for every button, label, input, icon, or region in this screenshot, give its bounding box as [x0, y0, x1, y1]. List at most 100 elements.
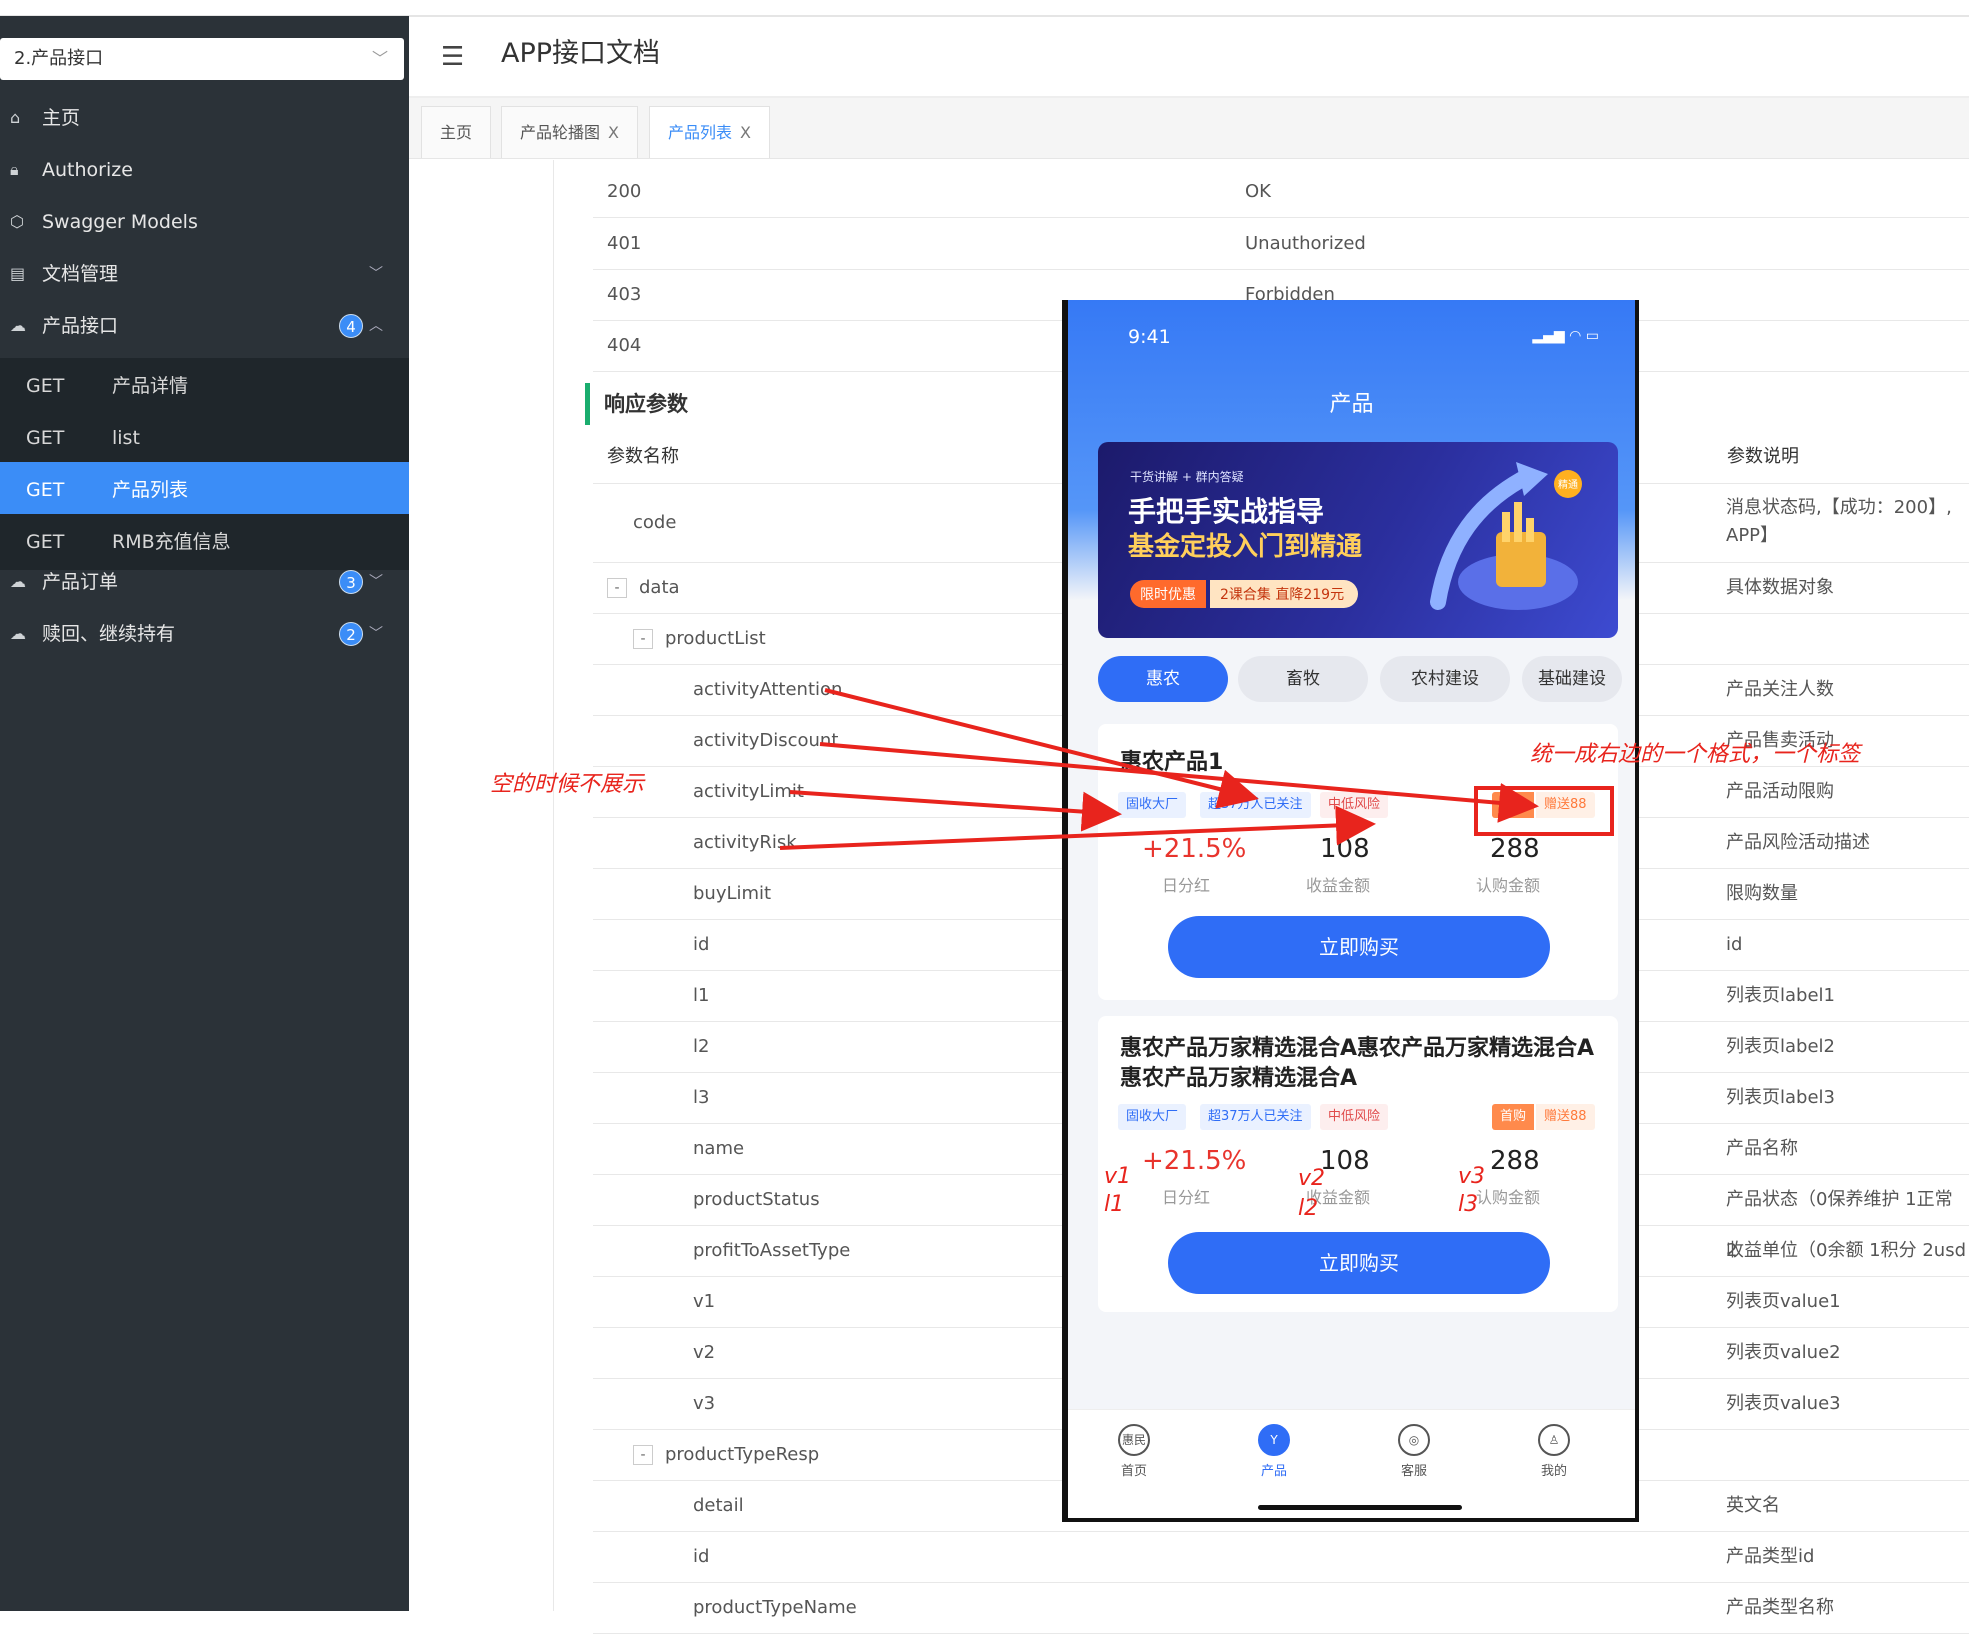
annotation-mark: v2 [1298, 1166, 1326, 1191]
param-name: - productTypeResp [633, 1429, 819, 1480]
sidebar-subitem-product-list[interactable]: GET 产品列表 [0, 462, 409, 518]
param-desc: 列表页label1 [1726, 985, 1835, 1006]
param-desc: 列表页value1 [1726, 1291, 1841, 1312]
sidebar-item-label: 产品接口 [42, 315, 119, 337]
annotation-note: 空的时候不展示 [490, 772, 645, 797]
buy-now-button[interactable]: 立即购买 [1168, 1232, 1550, 1294]
collapse-toggle[interactable]: - [633, 1445, 653, 1465]
tabbar-label: 客服 [1400, 1464, 1427, 1479]
sidebar: 2.产品接口 ﹀ ⌂ 主页 🔒︎ Authorize ⬡ Swagger Mod… [0, 16, 409, 1611]
param-name: activityDiscount [693, 730, 839, 751]
param-name: l3 [693, 1087, 710, 1108]
table-row: productTypeName 产品类型名称 [593, 1582, 1969, 1634]
tabbar-home[interactable]: 惠民 首页 [1094, 1424, 1174, 1479]
param-desc: 收益单位（0余额 1积分 2usd [1726, 1240, 1967, 1261]
menu-fold-icon[interactable]: ☰ [441, 42, 464, 72]
collapse-toggle[interactable]: - [633, 629, 653, 649]
category-tab[interactable]: 农村建设 [1380, 656, 1510, 702]
tabbar-service[interactable]: ◎ 客服 [1374, 1424, 1454, 1479]
tabbar-product[interactable]: Y 产品 [1234, 1424, 1314, 1479]
tabbar-label: 首页 [1120, 1464, 1147, 1479]
promo-banner[interactable]: 干货讲解 + 群内答疑 手把手实战指导 基金定投入门到精通 限时优惠 2课合集 … [1098, 442, 1618, 638]
count-badge: 3 [339, 570, 363, 594]
param-name: detail [693, 1495, 744, 1516]
status-row: 200 OK [593, 166, 1969, 218]
endpoint-name: 产品列表 [112, 479, 189, 501]
category-tab[interactable]: 基础建设 [1522, 656, 1622, 702]
user-icon: ♙ [1538, 1424, 1570, 1456]
tab-product-list[interactable]: 产品列表 X [649, 106, 770, 158]
product-tag: 首购 [1492, 1104, 1535, 1130]
sidebar-subitem-product-detail[interactable]: GET 产品详情 [0, 358, 409, 414]
collapse-toggle[interactable]: - [607, 578, 627, 598]
annotation-mark: v1 [1104, 1164, 1132, 1189]
rising-arrow-illustration: 精通 [1430, 462, 1582, 610]
category-tab[interactable]: 惠农 [1098, 656, 1228, 702]
param-desc: 具体数据对象 [1726, 577, 1834, 598]
category-tabs: 惠农 畜牧 农村建设 基础建设 [1098, 656, 1635, 702]
buy-now-button[interactable]: 立即购买 [1168, 916, 1550, 978]
table-row: id 产品类型id [593, 1531, 1969, 1583]
stat-value: +21.5% [1142, 1146, 1247, 1176]
column-header-desc: 参数说明 [1727, 446, 1799, 467]
param-desc: 列表页value2 [1726, 1342, 1841, 1363]
param-name: activityRisk [693, 832, 797, 853]
group-selector[interactable]: 2.产品接口 ﹀ [0, 38, 404, 80]
top-header: ☰ APP接口文档 [409, 16, 1969, 98]
close-icon[interactable]: X [608, 123, 619, 142]
tab-product-banner[interactable]: 产品轮播图 X [501, 106, 638, 158]
banner-tag: 2课合集 直降219元 [1210, 580, 1359, 608]
param-desc: 产品活动限购 [1726, 781, 1834, 802]
stat-label: 认购金额 [1476, 876, 1541, 895]
http-method: GET [26, 427, 65, 449]
signal-wifi-battery-icon: ▂▄▆ ◠ ▭ [1532, 328, 1599, 344]
banner-headline: 手把手实战指导 [1128, 495, 1325, 528]
param-desc: 消息状态码,【成功：200】, APP】 [1726, 497, 1952, 546]
home-indicator [1258, 1505, 1462, 1510]
top-border [0, 0, 1969, 17]
close-icon[interactable]: X [740, 123, 751, 142]
param-desc: id [1726, 934, 1743, 955]
stat-value: 288 [1490, 1146, 1540, 1176]
status-row: 401 Unauthorized [593, 218, 1969, 270]
product-tag: 赠送88 [1536, 1104, 1595, 1130]
tabbar-label: 我的 [1540, 1464, 1567, 1479]
param-name: id [693, 1546, 710, 1567]
param-desc: 产品名称 [1726, 1138, 1798, 1159]
param-name: code [633, 512, 677, 533]
param-desc: 英文名 [1726, 1495, 1780, 1516]
stat-value: +21.5% [1142, 834, 1247, 864]
sidebar-item-product-api[interactable]: ☁︎ 产品接口 4 ︿ [0, 294, 409, 358]
tab-label: 产品轮播图 [520, 123, 601, 142]
stat-label: 日分红 [1162, 1188, 1211, 1207]
tab-label: 产品列表 [668, 123, 733, 142]
param-name: l1 [693, 985, 710, 1006]
cloud-icon: ☁︎ [10, 316, 26, 335]
param-name: id [693, 934, 710, 955]
banner-headline-2: 基金定投入门到精通 [1128, 532, 1363, 562]
annotation-mark: l2 [1298, 1196, 1319, 1221]
sidebar-item-redeem[interactable]: ☁︎ 赎回、继续持有 2 ﹀ [0, 602, 409, 666]
tab-home[interactable]: 主页 [421, 106, 492, 158]
param-desc: 列表页value3 [1726, 1393, 1841, 1414]
endpoint-name: list [112, 427, 140, 449]
count-badge: 2 [339, 622, 363, 646]
param-name: v3 [693, 1393, 716, 1414]
product-tag: 超37万人已关注 [1200, 792, 1311, 818]
stat-value: 108 [1320, 1146, 1370, 1176]
column-header-name: 参数名称 [607, 446, 679, 467]
endpoint-name: 产品详情 [112, 375, 189, 397]
product-tag: 超37万人已关注 [1200, 1104, 1311, 1130]
tabbar-mine[interactable]: ♙ 我的 [1514, 1424, 1594, 1479]
home-logo-icon: 惠民 [1118, 1424, 1150, 1456]
status-code: 403 [607, 284, 642, 305]
param-name: buyLimit [693, 883, 772, 904]
sidebar-subitem-list[interactable]: GET list [0, 410, 409, 466]
chevron-up-icon: ︿ [369, 318, 383, 334]
stat-label: 收益金额 [1306, 876, 1371, 895]
param-name: activityLimit [693, 781, 804, 802]
product-tag: 固收大厂 [1118, 792, 1187, 818]
category-tab[interactable]: 畜牧 [1238, 656, 1368, 702]
product-card[interactable]: 惠农产品万家精选混合A惠农产品万家精选混合A惠农产品万家精选混合A 固收大厂 超… [1098, 1016, 1618, 1312]
product-tag: 中低风险 [1320, 1104, 1389, 1130]
